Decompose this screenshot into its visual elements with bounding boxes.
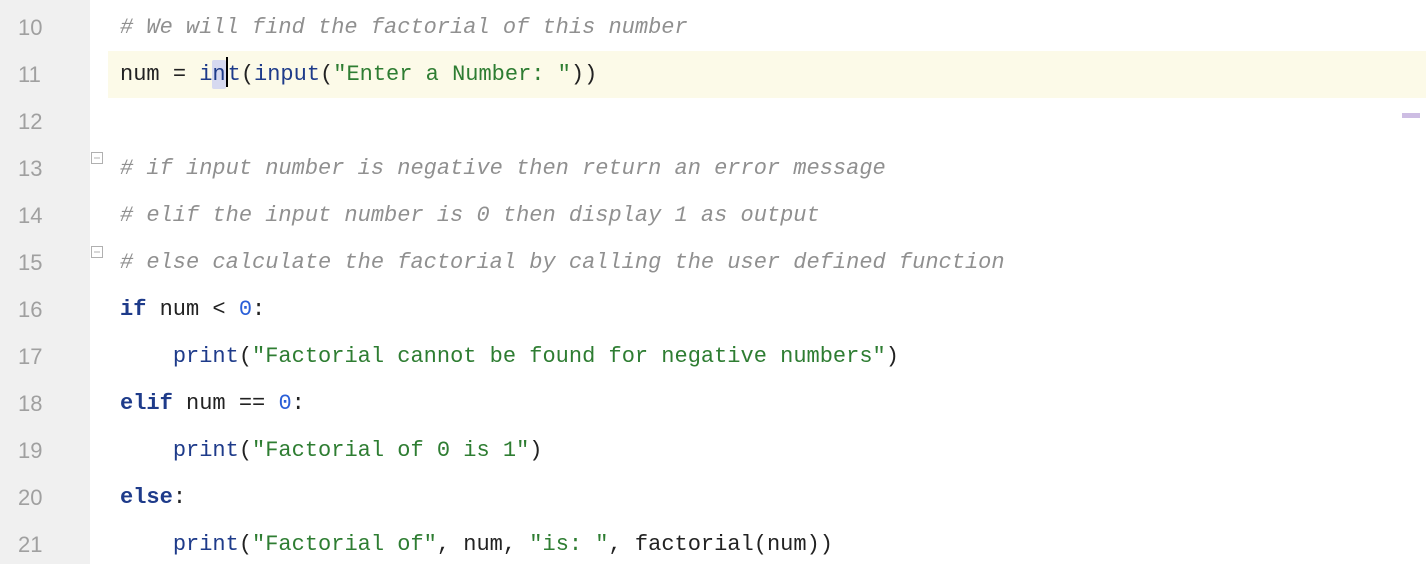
code-line-11[interactable]: num = int(input("Enter a Number: ")): [108, 51, 1426, 98]
code-line-21[interactable]: print("Factorial of", num, "is: ", facto…: [108, 521, 1426, 568]
code-line-10[interactable]: # We will find the factorial of this num…: [108, 4, 1426, 51]
number-literal: 0: [278, 391, 291, 416]
code-line-16[interactable]: if num < 0:: [108, 286, 1426, 333]
comment-text: # We will find the factorial of this num…: [120, 15, 688, 40]
paren: ): [886, 344, 899, 369]
line-number[interactable]: 14: [0, 192, 90, 239]
string-literal: "is: ": [529, 532, 608, 557]
line-number[interactable]: 16: [0, 286, 90, 333]
paren: (: [239, 532, 252, 557]
paren: )): [807, 532, 833, 557]
comment-text: # else calculate the factorial by callin…: [120, 250, 1005, 275]
paren: (: [320, 62, 333, 87]
identifier: num: [120, 62, 173, 87]
builtin: input: [254, 62, 320, 87]
comma: ,: [609, 532, 635, 557]
line-number[interactable]: 17: [0, 333, 90, 380]
fold-open-icon[interactable]: [91, 152, 105, 166]
builtin: t: [228, 62, 241, 87]
line-number[interactable]: 13: [0, 145, 90, 192]
code-line-12[interactable]: [108, 98, 1426, 145]
builtin: print: [173, 438, 239, 463]
line-number[interactable]: 15: [0, 239, 90, 286]
code-line-18[interactable]: elif num == 0:: [108, 380, 1426, 427]
function-call: factorial: [635, 532, 754, 557]
line-number[interactable]: 20: [0, 474, 90, 521]
operator: ==: [239, 391, 279, 416]
paren: (: [239, 438, 252, 463]
line-number-gutter: 10 11 12 13 14 15 16 17 18 19 20 21: [0, 0, 90, 564]
operator: =: [173, 62, 199, 87]
caret-highlight: n: [212, 60, 225, 89]
code-line-15[interactable]: # else calculate the factorial by callin…: [108, 239, 1426, 286]
code-line-13[interactable]: # if input number is negative then retur…: [108, 145, 1426, 192]
code-editor[interactable]: # We will find the factorial of this num…: [108, 0, 1426, 564]
identifier: num: [767, 532, 807, 557]
comment-text: # if input number is negative then retur…: [120, 156, 886, 181]
builtin: print: [173, 344, 239, 369]
keyword: elif: [120, 391, 186, 416]
line-number[interactable]: 19: [0, 427, 90, 474]
code-line-14[interactable]: # elif the input number is 0 then displa…: [108, 192, 1426, 239]
operator: <: [212, 297, 238, 322]
code-line-19[interactable]: print("Factorial of 0 is 1"): [108, 427, 1426, 474]
indent: [120, 344, 173, 369]
colon: :: [173, 485, 186, 510]
line-number[interactable]: 21: [0, 521, 90, 568]
line-number[interactable]: 10: [0, 4, 90, 51]
comma: ,: [437, 532, 463, 557]
paren: )): [571, 62, 597, 87]
comment-text: # elif the input number is 0 then displa…: [120, 203, 820, 228]
indent: [120, 532, 173, 557]
comma: ,: [503, 532, 529, 557]
string-literal: "Factorial of": [252, 532, 437, 557]
builtin: print: [173, 532, 239, 557]
identifier: num: [160, 297, 213, 322]
paren: (: [239, 344, 252, 369]
paren: ): [529, 438, 542, 463]
string-literal: "Factorial of 0 is 1": [252, 438, 529, 463]
keyword: else: [120, 485, 173, 510]
number-literal: 0: [239, 297, 252, 322]
identifier: num: [186, 391, 239, 416]
builtin: i: [199, 62, 212, 87]
string-literal: "Factorial cannot be found for negative …: [252, 344, 886, 369]
colon: :: [292, 391, 305, 416]
paren: (: [754, 532, 767, 557]
keyword: if: [120, 297, 160, 322]
colon: :: [252, 297, 265, 322]
identifier: num: [463, 532, 503, 557]
code-line-20[interactable]: else:: [108, 474, 1426, 521]
line-number[interactable]: 18: [0, 380, 90, 427]
string-literal: "Enter a Number: ": [333, 62, 571, 87]
line-number[interactable]: 12: [0, 98, 90, 145]
line-number[interactable]: 11: [0, 51, 90, 98]
fold-close-icon[interactable]: [91, 246, 105, 260]
fold-gutter: [90, 0, 108, 564]
code-line-17[interactable]: print("Factorial cannot be found for neg…: [108, 333, 1426, 380]
paren: (: [241, 62, 254, 87]
indent: [120, 438, 173, 463]
